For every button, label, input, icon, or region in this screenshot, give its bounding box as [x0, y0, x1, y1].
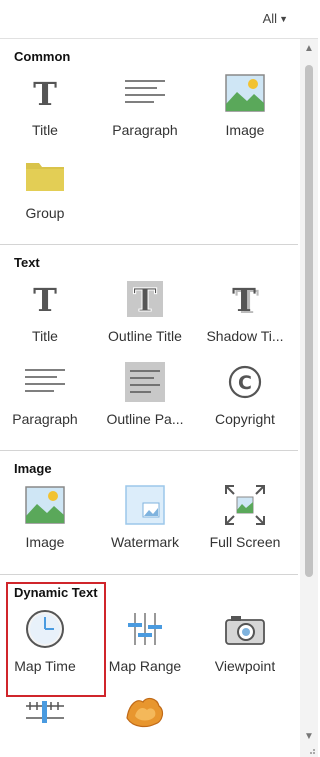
gallery-item-label: Outline Title — [108, 328, 182, 344]
section-title: Text — [14, 255, 40, 270]
gallery-item-copyright[interactable]: C Copyright — [195, 356, 295, 439]
section-text: Text T Title T Outline Title TT Shadow T… — [0, 245, 298, 451]
scroll-down-icon[interactable]: ▼ — [300, 729, 318, 745]
gallery-item-outline-title[interactable]: T Outline Title — [95, 273, 195, 356]
gallery-item-label: Map Range — [108, 658, 182, 674]
outline-paragraph-icon — [123, 360, 167, 404]
copyright-icon: C — [223, 360, 267, 404]
watermark-icon — [123, 483, 167, 527]
gallery-item-label: Full Screen — [209, 534, 281, 550]
title-t-icon: T — [23, 71, 67, 115]
gallery-item-label: Image — [25, 534, 65, 550]
gallery-item-label: Copyright — [215, 411, 275, 427]
gallery-item-label: Title — [32, 122, 58, 138]
scroll-up-icon[interactable]: ▲ — [300, 41, 318, 57]
gallery-item-contour[interactable] — [95, 686, 195, 757]
paragraph-lines-icon — [23, 360, 67, 404]
vertical-scrollbar[interactable]: ▲ ▼ — [300, 39, 318, 757]
range-slider-icon — [123, 607, 167, 651]
toolbar: All ▼ — [0, 0, 318, 39]
camera-icon — [223, 607, 267, 651]
chevron-down-icon: ▼ — [279, 13, 288, 24]
resize-grip-icon[interactable] — [306, 745, 316, 755]
paragraph-lines-icon — [123, 71, 167, 115]
image-landscape-icon — [223, 71, 267, 115]
gallery-item-scale-bar[interactable] — [0, 686, 95, 757]
svg-text:T: T — [33, 283, 57, 315]
gallery-item-label: Shadow Ti... — [206, 328, 284, 344]
fullscreen-image-icon — [223, 483, 267, 527]
gallery-item-label: Paragraph — [112, 122, 178, 138]
gallery-item-image[interactable]: Image — [195, 67, 295, 150]
filter-dropdown[interactable]: All ▼ — [263, 11, 288, 26]
gallery-item-full-screen[interactable]: Full Screen — [195, 479, 295, 562]
scale-bar-icon — [23, 690, 67, 734]
gallery-item-label: Paragraph — [12, 411, 78, 427]
section-title: Dynamic Text — [14, 585, 98, 600]
gallery-item-watermark[interactable]: Watermark — [95, 479, 195, 562]
svg-text:T: T — [133, 281, 157, 317]
contour-shape-icon — [123, 690, 167, 734]
gallery-item-label: Outline Pa... — [106, 411, 184, 427]
gallery-item-image[interactable]: Image — [0, 479, 95, 562]
gallery-item-shadow-title[interactable]: TT Shadow Ti... — [195, 273, 295, 356]
clock-icon — [23, 607, 67, 651]
gallery-item-label: Title — [32, 328, 58, 344]
section-image: Image Image Watermark Full Screen — [0, 451, 298, 575]
section-common: Common T Title Paragraph Image Group — [0, 39, 298, 245]
shadow-title-icon: TT — [223, 277, 267, 321]
scrollbar-thumb[interactable] — [305, 65, 313, 577]
image-landscape-icon — [23, 483, 67, 527]
outline-title-icon: T — [123, 277, 167, 321]
svg-text:T: T — [232, 282, 256, 316]
title-t-icon: T — [23, 277, 67, 321]
gallery-item-title[interactable]: T Title — [0, 67, 95, 150]
gallery-item-title[interactable]: T Title — [0, 273, 95, 356]
gallery-item-label: Group — [25, 205, 65, 221]
element-gallery: Common T Title Paragraph Image Group Tex… — [0, 39, 298, 757]
gallery-item-outline-paragraph[interactable]: Outline Pa... — [95, 356, 195, 439]
gallery-item-group[interactable]: Group — [0, 150, 95, 233]
filter-label: All — [262, 11, 278, 26]
section-title: Common — [14, 49, 71, 64]
gallery-item-map-range[interactable]: Map Range — [95, 603, 195, 686]
folder-icon — [23, 154, 67, 198]
svg-text:C: C — [238, 372, 252, 394]
gallery-item-label: Viewpoint — [214, 658, 276, 674]
section-title: Image — [14, 461, 52, 476]
svg-text:T: T — [33, 77, 57, 109]
section-dynamic-text: Dynamic Text Map Time Map Range Viewpoin… — [0, 575, 298, 757]
gallery-item-paragraph[interactable]: Paragraph — [0, 356, 95, 439]
gallery-item-viewpoint[interactable]: Viewpoint — [195, 603, 295, 686]
gallery-item-label: Watermark — [111, 534, 179, 550]
gallery-item-paragraph[interactable]: Paragraph — [95, 67, 195, 150]
gallery-item-label: Map Time — [14, 658, 76, 674]
gallery-item-label: Image — [225, 122, 265, 138]
gallery-item-map-time[interactable]: Map Time — [0, 603, 95, 686]
